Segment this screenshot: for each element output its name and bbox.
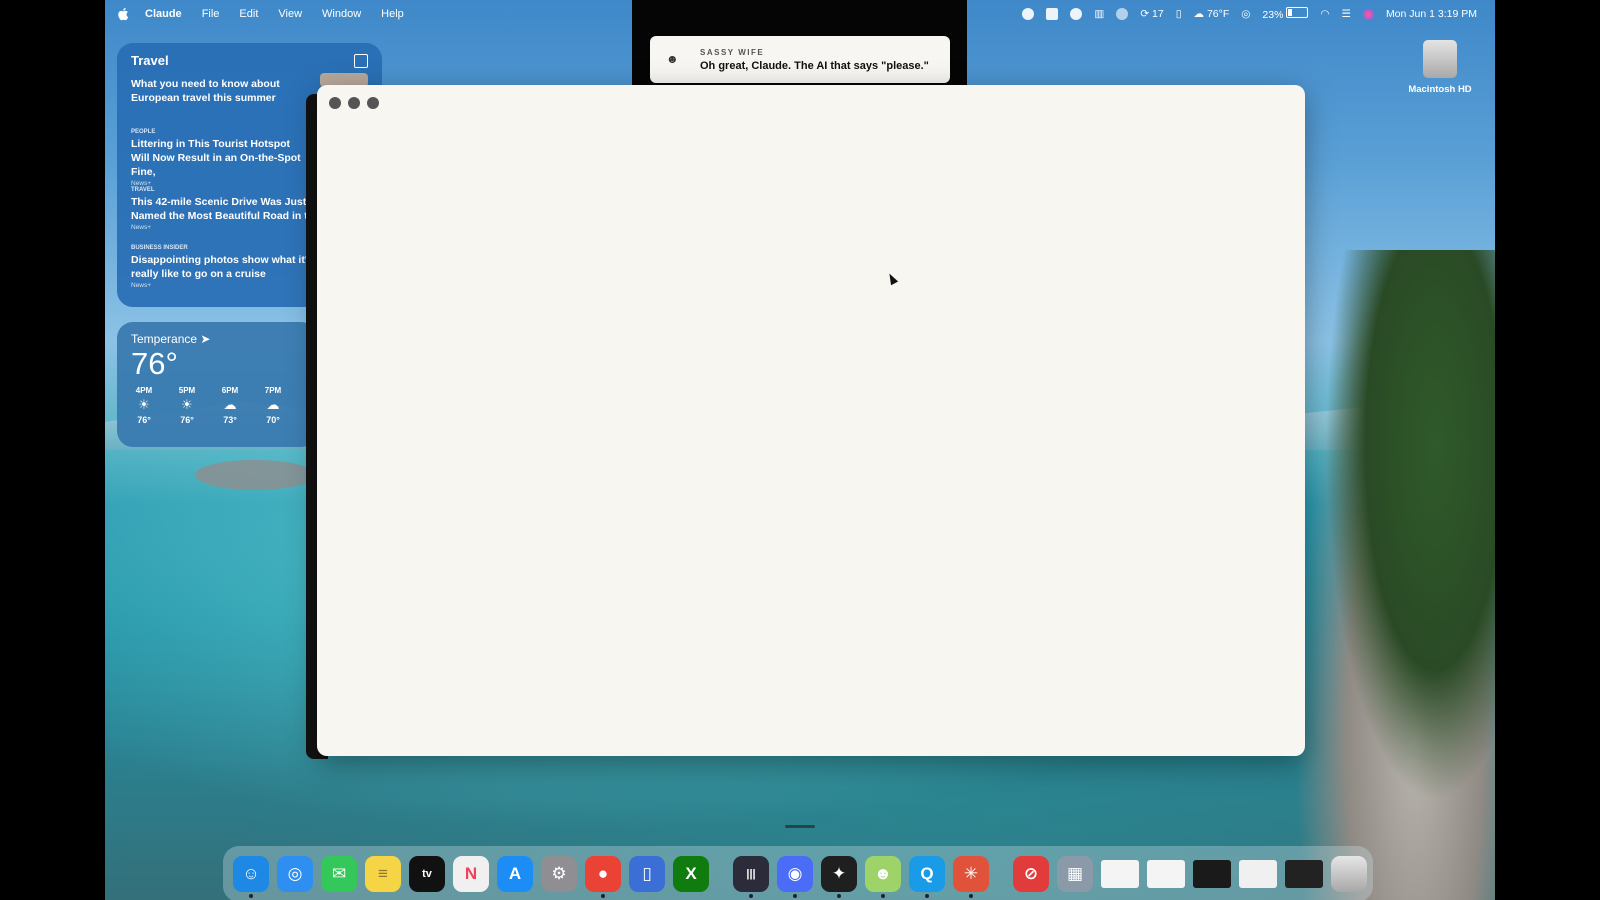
window-controls (329, 97, 379, 109)
story-tag: News+ (131, 180, 152, 187)
weather-temperature: 76° (131, 346, 178, 381)
block-app-icon[interactable]: ⊘ (1013, 856, 1049, 892)
record-icon[interactable] (1022, 8, 1035, 20)
weather-menu[interactable]: ☁ 76°F (1194, 8, 1230, 20)
menu-file[interactable]: File (192, 8, 230, 20)
sun-icon: ☀ (181, 397, 193, 412)
pill-icon[interactable]: ▯ (1176, 8, 1182, 20)
messenger-icon[interactable]: ◉ (777, 856, 813, 898)
menu-app-name[interactable]: Claude (135, 8, 192, 20)
news-icon[interactable]: N (453, 856, 489, 892)
hard-drive-icon (1423, 40, 1457, 78)
simulator-icon[interactable]: ▯ (629, 856, 665, 892)
stats-icon[interactable]: ▥ (1094, 8, 1104, 20)
clock[interactable]: Mon Jun 1 3:19 PM (1386, 8, 1477, 20)
perplexity-icon[interactable]: ✦ (821, 856, 857, 898)
notification-message: Oh great, Claude. The AI that says "plea… (700, 60, 929, 72)
story-headline: What you need to know about European tra… (131, 78, 280, 104)
cube-icon[interactable] (1046, 8, 1059, 20)
close-button[interactable] (329, 97, 341, 109)
forecast-temp: 73° (223, 415, 237, 425)
dock-handle (785, 825, 815, 828)
apple-menu-icon[interactable] (117, 7, 129, 21)
finder-icon[interactable]: ☺ (233, 856, 269, 898)
xbox-cloud-gaming-icon[interactable]: X (673, 856, 709, 892)
story-tag: News+ (131, 282, 152, 289)
news-story[interactable]: What you need to know about European tra… (131, 75, 311, 105)
story-source: People (131, 129, 156, 135)
status-badge[interactable]: ⟳ 17 (1140, 8, 1163, 20)
menu-window[interactable]: Window (312, 8, 371, 20)
forecast-time: 5PM (178, 386, 196, 395)
minimized-window-thumbnail[interactable] (1285, 860, 1323, 888)
menu-view[interactable]: View (268, 8, 312, 20)
dock: ☺ ◎ ✉ ≡ tv N A ⚙ ● ▯ X ||| ◉ ✦ ☻ Q ✳ ⊘ ▦ (223, 846, 1373, 900)
claude-icon[interactable]: ✳ (953, 856, 989, 898)
chrome-icon[interactable]: ● (585, 856, 621, 898)
q-app-icon[interactable]: Q (909, 856, 945, 898)
forecast-time: 7PM (264, 386, 282, 395)
safari-icon[interactable]: ◎ (277, 856, 313, 892)
cloud-icon: ☁ (223, 397, 237, 412)
macintosh-hd-icon[interactable]: Macintosh HD (1395, 40, 1485, 95)
drive-label: Macintosh HD (1408, 84, 1472, 95)
forecast-time: 6PM (221, 386, 239, 395)
preview-icon[interactable]: ▦ (1057, 856, 1093, 892)
news-story[interactable]: BUSINESS INSIDER Disappointing photos sh… (131, 245, 311, 289)
claude-window[interactable] (317, 85, 1305, 756)
minimized-window-thumbnail[interactable] (1101, 860, 1139, 888)
story-headline: Littering in This Tourist Hotspot Will N… (131, 138, 301, 178)
system-settings-icon[interactable]: ⚙ (541, 856, 577, 892)
news-widget-title: Travel (131, 53, 169, 68)
minimize-button[interactable] (348, 97, 360, 109)
battery-status[interactable]: 23% (1262, 7, 1309, 21)
notification-title: SASSY WIFE (700, 48, 765, 57)
story-source: Travel (131, 187, 155, 193)
minimized-window-thumbnail[interactable] (1193, 860, 1231, 888)
messages-icon[interactable]: ✉ (321, 856, 357, 892)
minimized-window-thumbnail[interactable] (1147, 860, 1185, 888)
forecast-time: 4PM (135, 386, 153, 395)
minimized-window-thumbnail[interactable] (1239, 860, 1277, 888)
story-source: BUSINESS INSIDER (131, 245, 188, 251)
story-headline: This 42-mile Scenic Drive Was Just Named… (131, 196, 308, 222)
story-tag: News+ (131, 224, 152, 231)
menu-help[interactable]: Help (371, 8, 414, 20)
sun-icon: ☀ (138, 397, 150, 412)
control-center-icon[interactable]: ☰ (1342, 8, 1351, 20)
focus-icon[interactable] (1116, 8, 1129, 20)
notes-icon[interactable]: ≡ (365, 856, 401, 892)
hourly-forecast: 6PM ☁ 73° (215, 386, 245, 425)
forecast-temp: 76° (180, 415, 194, 425)
wallpaper-rock (195, 460, 315, 490)
airdrop-icon[interactable]: ◎ (1241, 8, 1250, 20)
character-app-icon[interactable]: ☻ (865, 856, 901, 898)
shazam-icon[interactable] (1070, 8, 1083, 20)
app-store-icon[interactable]: A (497, 856, 533, 892)
chat-icon: ☻ (666, 52, 679, 66)
wallpaper-rocks (1295, 250, 1495, 900)
audio-app-icon[interactable]: ||| (733, 856, 769, 898)
news-icon (354, 54, 368, 68)
zoom-button[interactable] (367, 97, 379, 109)
weather-widget[interactable]: Temperance ➤ 76° 4PM ☀ 76° 5PM ☀ 76° 6PM… (117, 322, 317, 447)
menu-edit[interactable]: Edit (229, 8, 268, 20)
news-story[interactable]: Travel This 42-mile Scenic Drive Was Jus… (131, 187, 311, 231)
wifi-icon[interactable]: ◠ (1320, 8, 1329, 20)
story-headline: Disappointing photos show what it' reall… (131, 254, 308, 280)
hourly-forecast: 5PM ☀ 76° (172, 386, 202, 425)
desktop: Claude File Edit View Window Help ▥ ⟳ 17… (105, 0, 1495, 900)
siri-icon[interactable] (1362, 8, 1374, 20)
trash-icon[interactable] (1331, 856, 1367, 892)
notification-toast[interactable]: ☻ SASSY WIFE Oh great, Claude. The AI th… (650, 36, 950, 83)
forecast-temp: 70° (266, 415, 280, 425)
weather-location: Temperance ➤ (131, 332, 211, 346)
news-story[interactable]: People Littering in This Tourist Hotspot… (131, 129, 311, 187)
battery-icon (1286, 7, 1309, 18)
hourly-forecast: 4PM ☀ 76° (129, 386, 159, 425)
cloud-icon: ☁ (266, 397, 280, 412)
hourly-forecast: 7PM ☁ 70° (258, 386, 288, 425)
forecast-temp: 76° (137, 415, 151, 425)
apple-tv-icon[interactable]: tv (409, 856, 445, 892)
